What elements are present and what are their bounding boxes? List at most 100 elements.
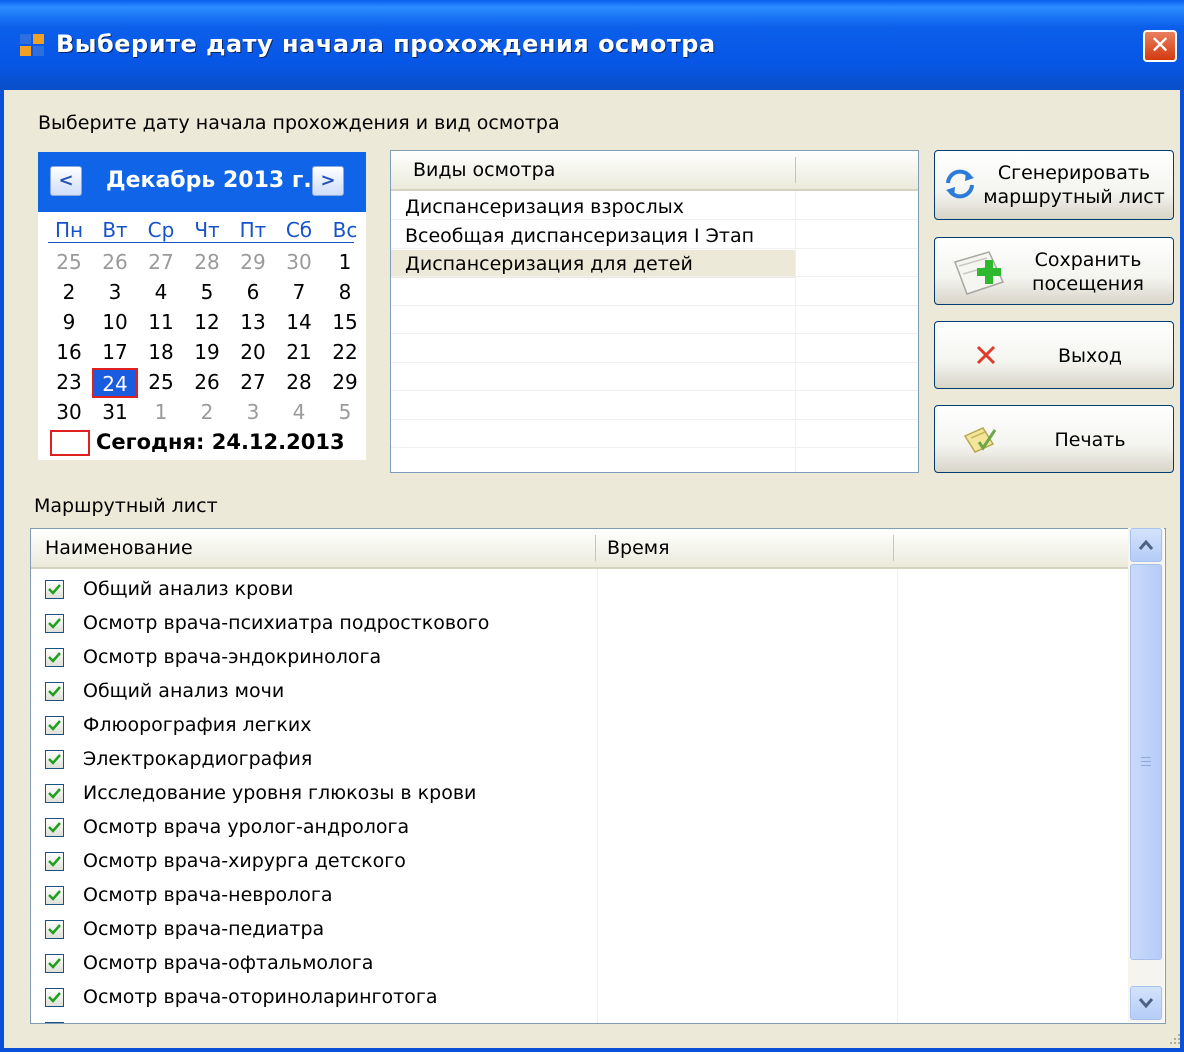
calendar-day[interactable]: 29 [322,368,368,398]
calendar-day[interactable]: 3 [92,278,138,308]
calendar-day[interactable]: 28 [276,368,322,398]
calendar-day-other-month[interactable]: 29 [230,248,276,278]
calendar-day-other-month[interactable]: 26 [92,248,138,278]
route-sheet-row[interactable]: Осмотр врача уролог-андролога [31,811,1131,843]
row-checkbox[interactable] [45,784,64,803]
row-checkbox[interactable] [45,580,64,599]
route-sheet-row[interactable]: Общий анализ крови [31,573,1131,605]
calendar-day-other-month[interactable]: 25 [46,248,92,278]
scroll-down-button[interactable] [1130,986,1162,1020]
exam-type-item[interactable]: Диспансеризация для детей [391,250,795,278]
calendar-day[interactable]: 9 [46,308,92,338]
route-sheet-row[interactable]: Электрокардиография [31,743,1131,775]
calendar-day[interactable]: 13 [230,308,276,338]
row-checkbox[interactable] [45,920,64,939]
prev-month-button[interactable]: < [50,166,82,196]
calendar-day-other-month[interactable]: 3 [230,398,276,428]
calendar-day-other-month[interactable]: 28 [184,248,230,278]
route-sheet-row[interactable]: Осмотр врача-педиатра [31,913,1131,945]
row-checkbox[interactable] [45,648,64,667]
row-checkbox[interactable] [45,1022,64,1023]
next-month-button[interactable]: > [312,166,344,196]
calendar-day[interactable]: 27 [230,368,276,398]
calendar-day[interactable]: 19 [184,338,230,368]
calendar-day[interactable]: 17 [92,338,138,368]
route-sheet-scrollbar[interactable] [1128,528,1164,1022]
exit-button-label: Выход [1057,345,1123,367]
route-sheet-list[interactable]: Наименование Время Общий анализ крови Осм… [30,528,1166,1024]
calendar-day-other-month[interactable]: 27 [138,248,184,278]
row-checkbox[interactable] [45,750,64,769]
route-sheet-row[interactable]: Флюорография легких [31,709,1131,741]
generate-button-label: Сгенерировать маршрутный лист [983,162,1165,208]
calendar-day[interactable]: 7 [276,278,322,308]
route-sheet-row[interactable]: Исследование уровня глюкозы в крови [31,777,1131,809]
calendar-day[interactable]: 1 [322,248,368,278]
exam-type-item[interactable]: Всеобщая диспансеризация I Этап [391,222,795,250]
calendar-day-other-month[interactable]: 2 [184,398,230,428]
calendar-day[interactable]: 16 [46,338,92,368]
today-link[interactable]: Сегодня: 24.12.2013 [96,430,345,454]
exam-types-header: Виды осмотра [391,151,918,191]
row-checkbox[interactable] [45,852,64,871]
calendar-day[interactable]: 25 [138,368,184,398]
calendar-day[interactable]: 26 [184,368,230,398]
calendar-day[interactable]: 10 [92,308,138,338]
calendar-month-label[interactable]: Декабрь 2013 г. [106,168,312,193]
month-calendar[interactable]: < Декабрь 2013 г. > Пн Вт Ср Чт Пт Сб Вс 25 26 2… [38,152,366,460]
route-sheet-row[interactable]: Осмотр врача-офтальмолога [31,947,1131,979]
calendar-day[interactable]: 5 [184,278,230,308]
column-header-name[interactable]: Наименование [35,529,595,567]
calendar-day[interactable]: 20 [230,338,276,368]
calendar-day[interactable]: 21 [276,338,322,368]
exam-types-list[interactable]: Виды осмотра Диспансеризация взрослых Все… [390,150,919,473]
route-sheet-row[interactable]: Осмотр врача-хирурга детского [31,845,1131,877]
scroll-thumb[interactable] [1130,564,1162,960]
calendar-day[interactable]: 6 [230,278,276,308]
calendar-day[interactable]: 11 [138,308,184,338]
generate-route-sheet-button[interactable]: Сгенерировать маршрутный лист [934,150,1174,220]
row-checkbox[interactable] [45,682,64,701]
calendar-day-other-month[interactable]: 5 [322,398,368,428]
calendar-day[interactable]: 23 [46,368,92,398]
calendar-day[interactable]: 31 [92,398,138,428]
calendar-day[interactable]: 18 [138,338,184,368]
calendar-day[interactable]: 14 [276,308,322,338]
route-sheet-row[interactable]: Осмотр врача-невролога [31,879,1131,911]
calendar-day[interactable]: 22 [322,338,368,368]
row-checkbox[interactable] [45,716,64,735]
exit-button[interactable]: Выход [934,321,1174,389]
calendar-day-other-month[interactable]: 30 [276,248,322,278]
save-visits-button[interactable]: Сохранить посещения [934,237,1174,305]
route-sheet-row[interactable]: Осмотр врача-оториноларинготога [31,981,1131,1013]
calendar-day-other-month[interactable]: 1 [138,398,184,428]
row-checkbox[interactable] [45,614,64,633]
calendar-day[interactable]: 4 [138,278,184,308]
route-sheet-row[interactable]: Осмотр врача-психиатра подросткового [31,607,1131,639]
route-sheet-row[interactable]: Общий анализ мочи [31,675,1131,707]
row-checkbox[interactable] [45,818,64,837]
calendar-day[interactable]: 15 [322,308,368,338]
resize-grip-icon[interactable] [1164,1030,1184,1050]
calendar-day[interactable]: 2 [46,278,92,308]
route-sheet-row[interactable]: Осмотр врача-эндокринолога [31,641,1131,673]
print-button[interactable]: Печать [934,405,1174,473]
row-name: Осмотр врача-психиатра подросткового [83,612,490,634]
row-checkbox[interactable] [45,988,64,1007]
exam-type-item[interactable]: Диспансеризация взрослых [391,193,795,221]
row-name: Исследование уровня глюкозы в крови [83,782,477,804]
column-header-exam-types[interactable]: Виды осмотра [403,151,783,189]
calendar-day[interactable]: 8 [322,278,368,308]
scroll-up-button[interactable] [1130,528,1162,562]
calendar-day[interactable]: 12 [184,308,230,338]
row-checkbox[interactable] [45,886,64,905]
row-name: Осмотр врача-оториноларинготога [83,986,438,1008]
row-checkbox[interactable] [45,954,64,973]
calendar-day[interactable]: 30 [46,398,92,428]
column-header-time[interactable]: Время [597,529,893,567]
calendar-day-other-month[interactable]: 4 [276,398,322,428]
close-button[interactable]: ✕ [1143,30,1177,62]
calendar-day-selected[interactable]: 24 [92,368,138,398]
title-bar[interactable]: Выберите дату начала прохождения осмотра… [0,0,1184,90]
today-marker [50,430,90,456]
